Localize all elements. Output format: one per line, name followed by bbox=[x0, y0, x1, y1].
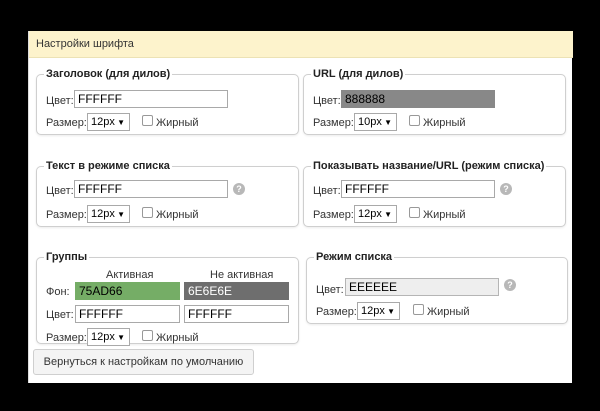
list-mode-color-input[interactable]: EEEEEE bbox=[345, 278, 499, 296]
show-name-size-label: Размер: bbox=[313, 209, 354, 221]
reset-defaults-button[interactable]: Вернуться к настройкам по умолчанию bbox=[33, 349, 254, 375]
heading-bold-label: Жирный bbox=[156, 117, 199, 129]
groups-size-value: 12px bbox=[91, 331, 115, 343]
list-text-size-label: Размер: bbox=[46, 209, 87, 221]
show-name-color-label: Цвет: bbox=[313, 185, 341, 197]
list-text-size-value: 12px bbox=[91, 208, 115, 220]
list-text-size-select[interactable]: 12px ▼ bbox=[87, 205, 130, 223]
url-group: URL (для дилов) Цвет: 888888 Размер: 10p… bbox=[303, 68, 566, 135]
help-icon[interactable]: ? bbox=[500, 183, 512, 195]
chevron-down-icon: ▼ bbox=[384, 210, 392, 219]
help-icon[interactable]: ? bbox=[504, 279, 516, 291]
heading-legend: Заголовок (для дилов) bbox=[44, 68, 173, 80]
groups-legend: Группы bbox=[44, 251, 90, 263]
heading-bold-checkbox[interactable] bbox=[142, 115, 153, 126]
chevron-down-icon: ▼ bbox=[117, 118, 125, 127]
heading-size-value: 12px bbox=[91, 116, 115, 128]
groups-bg-label: Фон: bbox=[46, 286, 70, 298]
url-size-value: 10px bbox=[358, 116, 382, 128]
list-text-color-input[interactable]: FFFFFF bbox=[74, 180, 228, 198]
url-size-select[interactable]: 10px ▼ bbox=[354, 113, 397, 131]
list-mode-bold-checkbox[interactable] bbox=[413, 304, 424, 315]
heading-group: Заголовок (для дилов) Цвет: FFFFFF Разме… bbox=[36, 68, 299, 135]
show-name-bold-checkbox[interactable] bbox=[409, 207, 420, 218]
chevron-down-icon: ▼ bbox=[387, 307, 395, 316]
groups-bold-label: Жирный bbox=[156, 332, 199, 344]
list-text-legend: Текст в режиме списка bbox=[44, 160, 172, 172]
list-mode-bold-label: Жирный bbox=[427, 306, 470, 318]
list-text-bold-label: Жирный bbox=[156, 209, 199, 221]
list-mode-size-label: Размер: bbox=[316, 306, 357, 318]
groups-bg-inactive-input[interactable]: 6E6E6E bbox=[184, 282, 289, 300]
groups-size-label: Размер: bbox=[46, 332, 87, 344]
groups-color-active-input[interactable]: FFFFFF bbox=[75, 305, 180, 323]
url-size-label: Размер: bbox=[313, 117, 354, 129]
url-bold-label: Жирный bbox=[423, 117, 466, 129]
show-name-legend: Показывать название/URL (режим списка) bbox=[311, 160, 547, 172]
heading-color-label: Цвет: bbox=[46, 95, 74, 107]
show-name-size-value: 12px bbox=[358, 208, 382, 220]
chevron-down-icon: ▼ bbox=[117, 333, 125, 342]
list-text-bold-checkbox[interactable] bbox=[142, 207, 153, 218]
list-text-group: Текст в режиме списка Цвет: FFFFFF ? Раз… bbox=[36, 160, 299, 227]
groups-size-select[interactable]: 12px ▼ bbox=[87, 328, 130, 346]
panel-header: Настройки шрифта bbox=[29, 31, 573, 58]
list-mode-group: Режим списка Цвет: EEEEEE ? Размер: 12px… bbox=[306, 251, 568, 324]
heading-color-input[interactable]: FFFFFF bbox=[74, 90, 228, 108]
groups-color-label: Цвет: bbox=[46, 309, 74, 321]
show-name-color-input[interactable]: FFFFFF bbox=[341, 180, 495, 198]
chevron-down-icon: ▼ bbox=[117, 210, 125, 219]
font-settings-panel: Настройки шрифта Заголовок (для дилов) Ц… bbox=[28, 31, 573, 383]
groups-bg-active-input[interactable]: 75AD66 bbox=[75, 282, 180, 300]
url-bold-checkbox[interactable] bbox=[409, 115, 420, 126]
groups-inactive-label: Не активная bbox=[210, 269, 274, 281]
list-mode-color-label: Цвет: bbox=[316, 284, 344, 296]
show-name-bold-label: Жирный bbox=[423, 209, 466, 221]
heading-size-select[interactable]: 12px ▼ bbox=[87, 113, 130, 131]
show-name-group: Показывать название/URL (режим списка) Ц… bbox=[303, 160, 566, 227]
heading-size-label: Размер: bbox=[46, 117, 87, 129]
list-mode-size-select[interactable]: 12px ▼ bbox=[357, 302, 400, 320]
panel-title: Настройки шрифта bbox=[36, 38, 134, 50]
list-mode-size-value: 12px bbox=[361, 305, 385, 317]
help-icon[interactable]: ? bbox=[233, 183, 245, 195]
groups-bold-checkbox[interactable] bbox=[142, 330, 153, 341]
url-legend: URL (для дилов) bbox=[311, 68, 406, 80]
groups-active-label: Активная bbox=[106, 269, 154, 281]
chevron-down-icon: ▼ bbox=[384, 118, 392, 127]
list-mode-legend: Режим списка bbox=[314, 251, 395, 263]
show-name-size-select[interactable]: 12px ▼ bbox=[354, 205, 397, 223]
groups-color-inactive-input[interactable]: FFFFFF bbox=[184, 305, 289, 323]
list-text-color-label: Цвет: bbox=[46, 185, 74, 197]
url-color-label: Цвет: bbox=[313, 95, 341, 107]
url-color-input[interactable]: 888888 bbox=[341, 90, 495, 108]
groups-group: Группы Активная Не активная Фон: 75AD66 … bbox=[36, 251, 299, 346]
